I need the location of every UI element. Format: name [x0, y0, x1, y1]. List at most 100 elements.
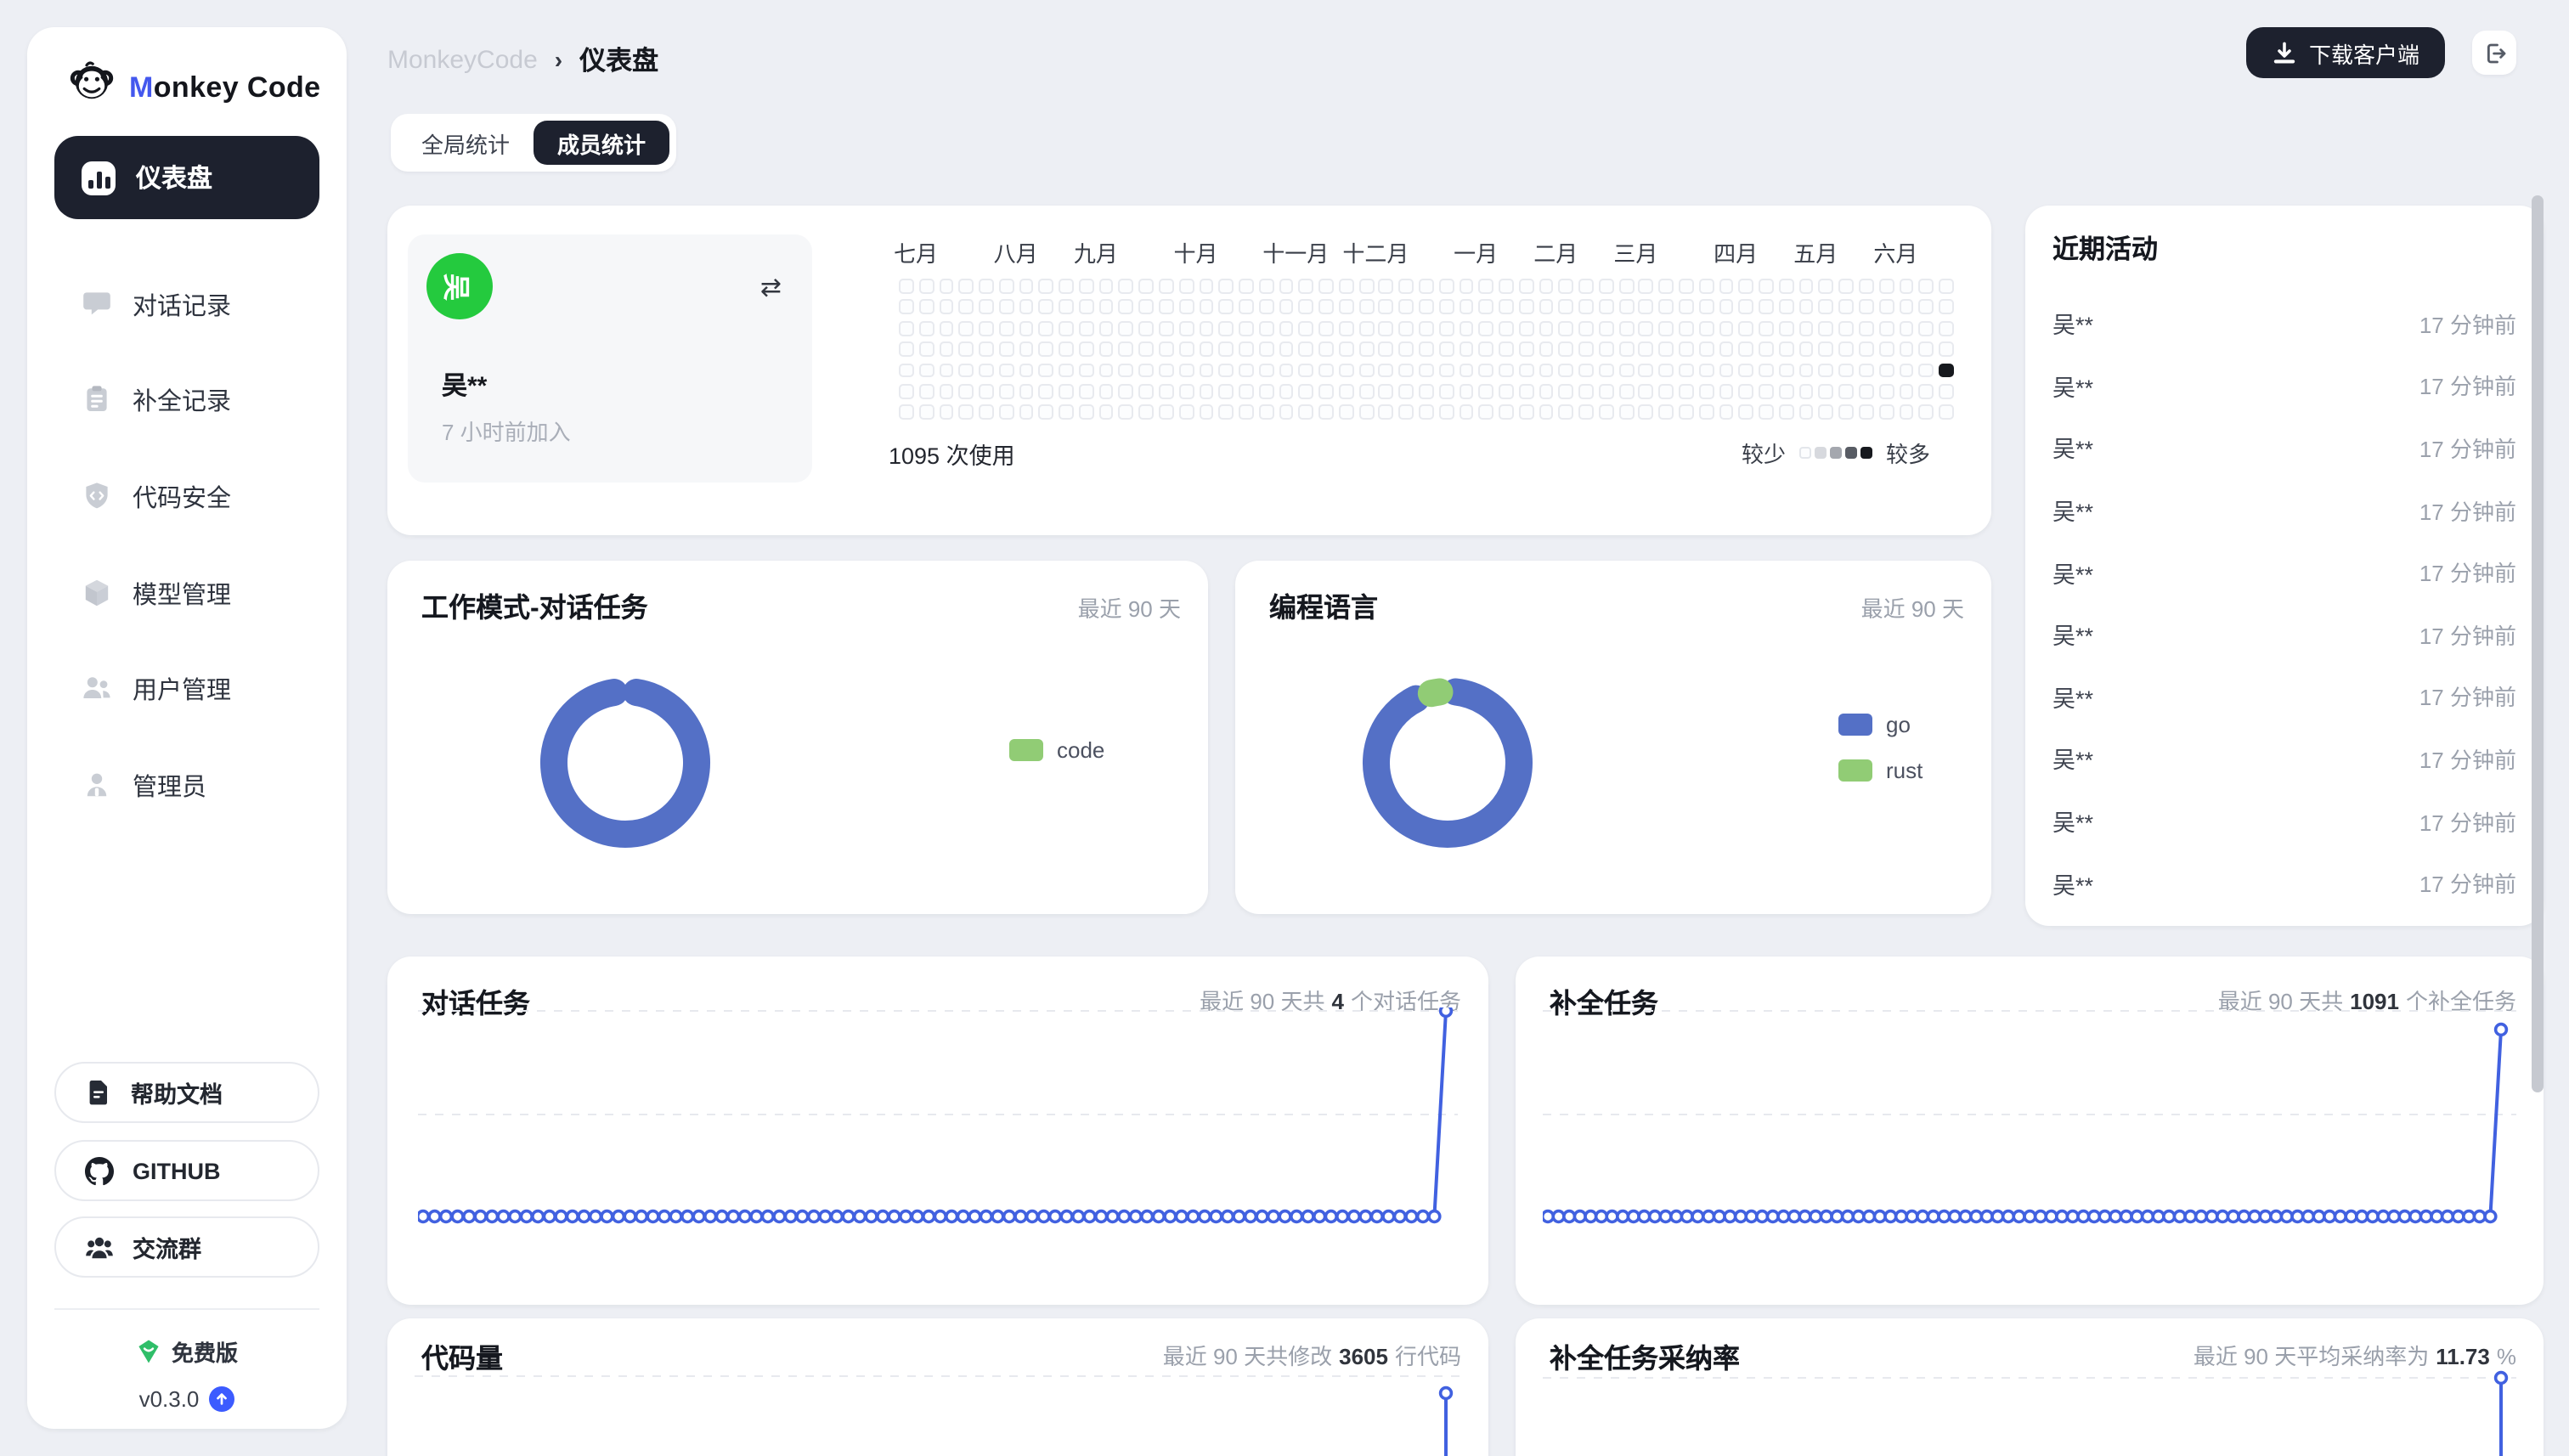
heatmap-cell: [1459, 279, 1474, 294]
heatmap-cell: [1859, 279, 1874, 294]
heatmap-cell: [1819, 279, 1834, 294]
sidebar-item-code-security[interactable]: 代码安全: [54, 467, 319, 525]
heatmap-cell: [1599, 321, 1614, 336]
app-viewport: Monkey Code 仪表盘 对话记录 补全记录 代码安全 模型管理 用户管理: [0, 0, 2569, 1456]
help-docs-button[interactable]: 帮助文档: [54, 1062, 319, 1123]
heatmap-month-label: 七月: [894, 236, 938, 268]
heatmap-cell: [1639, 341, 1654, 357]
download-label: 下载客户端: [2309, 37, 2419, 69]
heatmap-cell: [1779, 405, 1794, 420]
legend-item[interactable]: go: [1838, 705, 1923, 742]
member-joined: 7 小时前加入: [442, 415, 571, 447]
heatmap-cell: [1859, 341, 1874, 357]
sidebar-item-dashboard[interactable]: 仪表盘: [54, 136, 319, 219]
heatmap-cell: [1138, 384, 1154, 399]
heatmap-legend: 较少 较多: [1742, 437, 1930, 469]
heatmap-cell: [1299, 341, 1314, 357]
logout-button[interactable]: [2472, 31, 2516, 75]
work-mode-donut: [527, 664, 724, 861]
heatmap-cell: [1259, 300, 1274, 315]
sidebar-item-chat-history[interactable]: 对话记录: [54, 275, 319, 333]
chat-tasks-line-chart: [418, 1007, 1458, 1279]
chat-tasks-chart-card: 对话任务 最近 90 天共4个对话任务: [387, 957, 1488, 1305]
heatmap-cell: [899, 279, 914, 294]
version-row: v0.3.0: [27, 1386, 347, 1412]
heatmap-cell: [1539, 363, 1554, 378]
heatmap-cell: [1299, 363, 1314, 378]
heatmap-cell: [1479, 300, 1494, 315]
heatmap-cell: [1138, 279, 1154, 294]
swap-member-icon[interactable]: ⇄: [760, 272, 782, 302]
side-button-label: 交流群: [133, 1230, 201, 1264]
heatmap-cell: [1059, 405, 1074, 420]
sidebar: Monkey Code 仪表盘 对话记录 补全记录 代码安全 模型管理 用户管理: [27, 27, 347, 1429]
sidebar-item-user-management[interactable]: 用户管理: [54, 659, 319, 717]
heatmap-cell: [1838, 321, 1854, 336]
breadcrumb-root[interactable]: MonkeyCode: [387, 45, 538, 74]
heatmap-cell: [1279, 363, 1294, 378]
chart-title: 工作模式-对话任务: [421, 584, 648, 625]
heatmap-cell: [1219, 341, 1234, 357]
users-icon: [82, 673, 112, 703]
heatmap-cell: [1679, 279, 1694, 294]
heatmap-cell: [1699, 300, 1714, 315]
tab-global-stats[interactable]: 全局统计: [398, 121, 534, 165]
side-button-label: 帮助文档: [131, 1075, 223, 1109]
heatmap-cell: [1639, 405, 1654, 420]
heatmap-cell: [919, 321, 934, 336]
heatmap-month-label: 十月: [1174, 236, 1218, 268]
heatmap-cell: [1098, 363, 1114, 378]
heatmap-cell: [1239, 384, 1254, 399]
heatmap-cell: [1039, 384, 1054, 399]
tab-member-stats[interactable]: 成员统计: [534, 121, 669, 165]
legend-item[interactable]: code: [1009, 731, 1104, 768]
heatmap-cell: [1239, 341, 1254, 357]
chat-icon: [82, 289, 112, 319]
heatmap-cell: [1279, 321, 1294, 336]
member-tile[interactable]: 吴 ⇄ 吴** 7 小时前加入: [408, 234, 812, 483]
sidebar-item-admin[interactable]: 管理员: [54, 756, 319, 814]
heatmap-cell: [1179, 341, 1194, 357]
scrollbar-thumb[interactable]: [2532, 195, 2544, 1092]
download-client-button[interactable]: 下载客户端: [2246, 27, 2445, 78]
heatmap-cell: [1339, 363, 1354, 378]
heatmap-cell: [1179, 384, 1194, 399]
heatmap-cell: [1399, 321, 1414, 336]
language-legend: go rust: [1838, 705, 1923, 797]
heatmap-cell: [1339, 279, 1354, 294]
heatmap-cell: [1798, 363, 1814, 378]
chart-title: 编程语言: [1269, 584, 1378, 625]
heatmap-cell: [1899, 341, 1914, 357]
heatmap-cell: [1779, 321, 1794, 336]
sidebar-item-model-management[interactable]: 模型管理: [54, 564, 319, 622]
heatmap-cell: [1899, 405, 1914, 420]
recent-activity-row: 吴**17 分钟前: [2025, 790, 2544, 852]
heatmap-cell: [1358, 279, 1374, 294]
heatmap-cell: [1578, 405, 1594, 420]
heatmap-cell: [1659, 341, 1674, 357]
github-button[interactable]: GITHUB: [54, 1140, 319, 1201]
heatmap-cell: [1679, 384, 1694, 399]
heatmap-cell: [1119, 300, 1134, 315]
heatmap-cell: [1679, 341, 1694, 357]
heatmap-cell: [1059, 384, 1074, 399]
heatmap-cell: [1499, 384, 1514, 399]
heatmap-cell: [1138, 321, 1154, 336]
completion-tasks-line-chart: [1543, 1007, 2516, 1279]
heatmap-cell: [1419, 405, 1434, 420]
edition-label: 免费版: [172, 1335, 238, 1368]
sidebar-item-completion-history[interactable]: 补全记录: [54, 370, 319, 428]
heatmap-cell: [939, 405, 954, 420]
heatmap-cell: [1399, 279, 1414, 294]
heatmap-cell: [1339, 321, 1354, 336]
heatmap-cell: [1439, 405, 1454, 420]
community-group-button[interactable]: 交流群: [54, 1216, 319, 1278]
heatmap-cell: [1459, 384, 1474, 399]
heatmap-cell: [1479, 405, 1494, 420]
heatmap-cell: [1019, 341, 1034, 357]
heatmap-cell: [1699, 341, 1714, 357]
legend-item[interactable]: rust: [1838, 751, 1923, 788]
heatmap-cell: [899, 363, 914, 378]
heatmap-cell: [1419, 363, 1434, 378]
update-icon[interactable]: [209, 1386, 234, 1412]
